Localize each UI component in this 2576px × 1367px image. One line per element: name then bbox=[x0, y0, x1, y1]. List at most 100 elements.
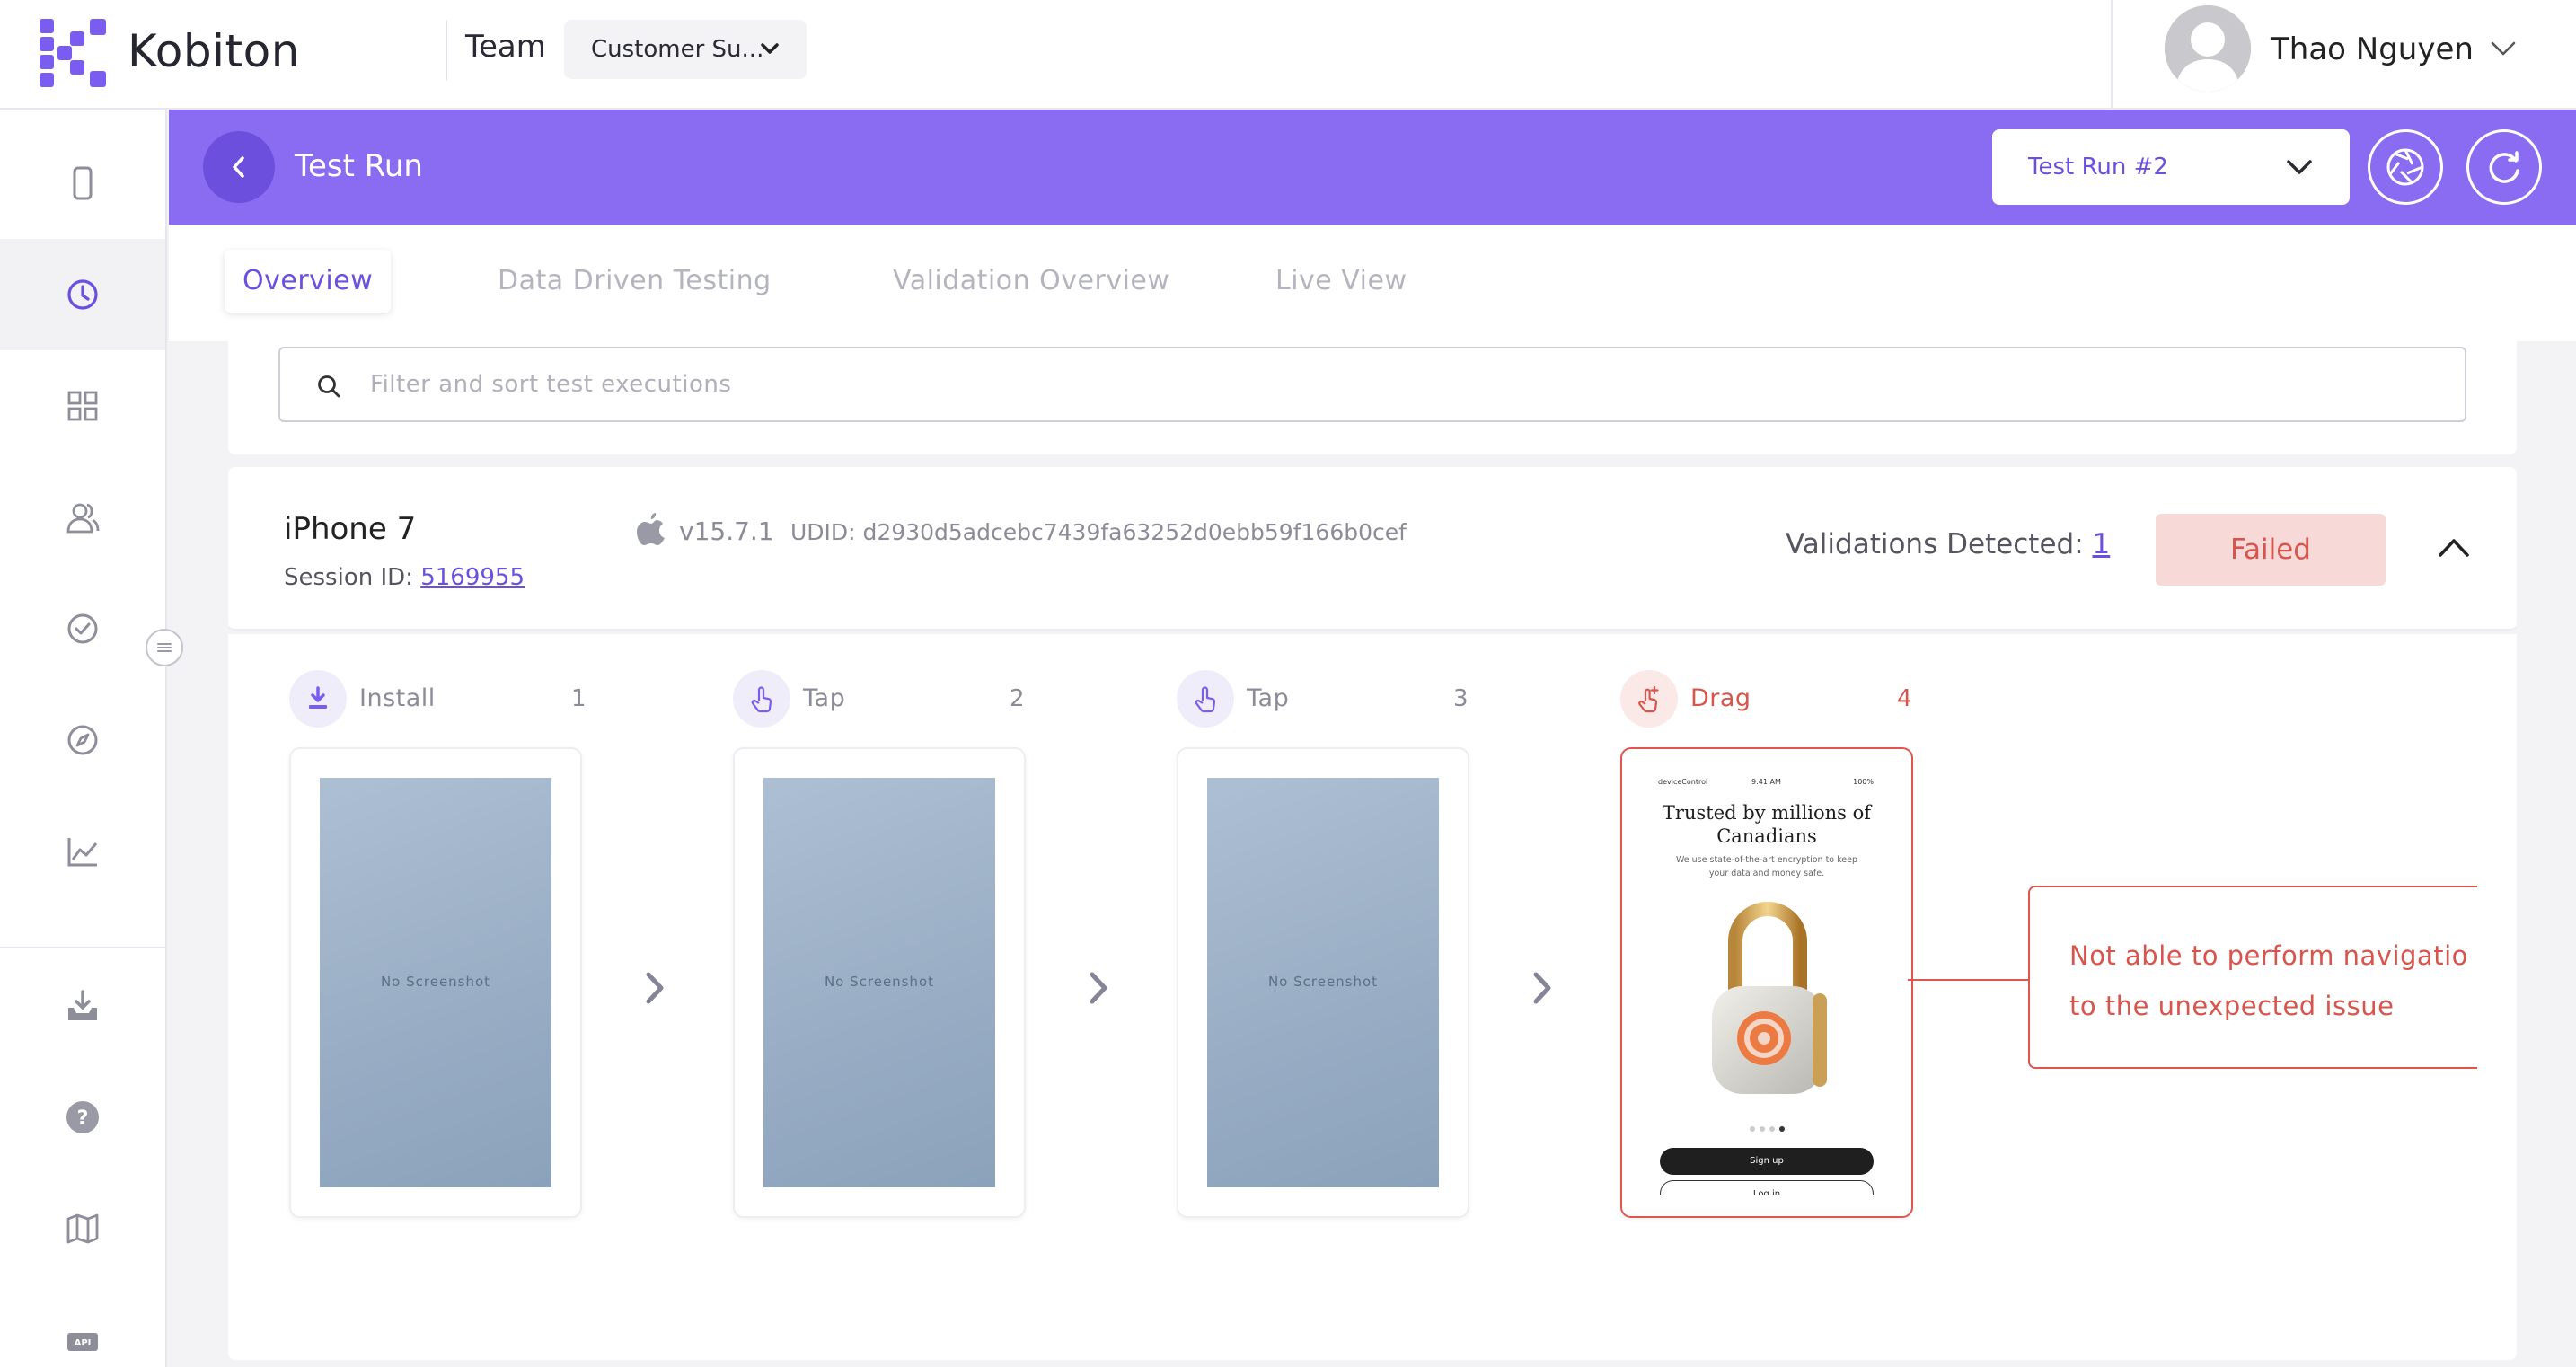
brand-name: Kobiton bbox=[128, 25, 300, 77]
validations-detected: Validations Detected: 1 bbox=[1786, 526, 2110, 562]
error-callout: Not able to perform navigatio to the une… bbox=[2028, 886, 2477, 1069]
status-carrier: deviceControl bbox=[1658, 778, 1708, 786]
sidebar-item-docs[interactable] bbox=[0, 1173, 165, 1284]
sidebar-item-devices[interactable] bbox=[0, 128, 165, 239]
step-header: Install 1 bbox=[289, 670, 587, 729]
device-session-card: iPhone 7 Session ID: 5169955 v15.7.1 UDI… bbox=[228, 467, 2517, 631]
step-number: 1 bbox=[571, 685, 587, 712]
device-icon bbox=[73, 166, 93, 200]
refresh-button[interactable] bbox=[2466, 129, 2542, 205]
refresh-icon bbox=[2489, 151, 2519, 183]
screenshot-placeholder: No Screenshot bbox=[763, 778, 995, 1187]
no-screenshot-label: No Screenshot bbox=[1267, 974, 1379, 990]
search-box bbox=[278, 347, 2466, 422]
sidebar-item-sessions[interactable] bbox=[0, 239, 165, 350]
chevron-left-icon bbox=[233, 156, 244, 178]
chevron-right-icon bbox=[646, 972, 664, 1004]
step-action-label: Tap bbox=[803, 684, 846, 712]
phone-title: Trusted by millions of Canadians bbox=[1662, 802, 1872, 847]
sidebar-item-validation[interactable] bbox=[0, 573, 165, 684]
step-header: Drag 4 bbox=[1620, 670, 1917, 729]
step-number: 2 bbox=[1010, 685, 1025, 712]
sidebar-item-apps[interactable] bbox=[0, 350, 165, 462]
step-header: Tap 2 bbox=[733, 670, 1029, 729]
map-icon bbox=[66, 1213, 99, 1244]
step-icon bbox=[289, 670, 347, 728]
error-connector-line bbox=[1908, 979, 2030, 981]
apple-icon bbox=[637, 513, 665, 545]
divider bbox=[0, 947, 165, 948]
kobiton-logo-icon[interactable] bbox=[40, 19, 108, 87]
chevron-right-icon bbox=[1090, 972, 1107, 1004]
drag-icon bbox=[1638, 685, 1659, 713]
clock-icon bbox=[67, 279, 98, 310]
grid-icon bbox=[67, 391, 98, 421]
user-name[interactable]: Thao Nguyen bbox=[2271, 31, 2474, 68]
screenshot-placeholder: No Screenshot bbox=[320, 778, 551, 1187]
step-action-label: Install bbox=[359, 684, 436, 712]
status-time: 9:41 AM bbox=[1751, 778, 1781, 786]
team-label: Team bbox=[465, 29, 546, 65]
phone-sign-up-button: Sign up bbox=[1660, 1148, 1874, 1175]
step-number: 3 bbox=[1453, 685, 1469, 712]
chart-icon bbox=[67, 838, 98, 867]
tab-validation-overview[interactable]: Validation Overview bbox=[875, 250, 1187, 313]
step-icon bbox=[1620, 670, 1678, 728]
avatar[interactable] bbox=[2165, 5, 2251, 92]
step-icon bbox=[1177, 670, 1234, 728]
tab-overview[interactable]: Overview bbox=[225, 250, 392, 313]
step-action-label: Tap bbox=[1247, 684, 1290, 712]
session-id-link[interactable]: 5169955 bbox=[420, 564, 525, 591]
step-screenshot-card[interactable]: No Screenshot bbox=[289, 747, 582, 1218]
aperture-icon bbox=[2386, 148, 2424, 186]
sidebar-item-api[interactable]: API bbox=[0, 1284, 165, 1367]
tap-icon bbox=[1195, 686, 1216, 713]
help-icon: ? bbox=[66, 1101, 99, 1133]
aperture-button[interactable] bbox=[2368, 129, 2443, 205]
tab-data-driven-testing[interactable]: Data Driven Testing bbox=[480, 250, 790, 313]
search-input[interactable] bbox=[370, 361, 2436, 408]
sidebar-item-analytics[interactable] bbox=[0, 796, 165, 907]
sidebar-toggle-button[interactable] bbox=[146, 629, 183, 666]
check-circle-icon bbox=[67, 613, 98, 644]
sidebar-item-downloads[interactable] bbox=[0, 950, 165, 1062]
team-select-value: Customer Su... bbox=[591, 36, 764, 63]
validations-count-link[interactable]: 1 bbox=[2093, 528, 2111, 560]
tab-live-view[interactable]: Live View bbox=[1257, 250, 1425, 313]
test-run-select[interactable]: Test Run #2 bbox=[1992, 129, 2350, 205]
step-header: Tap 3 bbox=[1177, 670, 1473, 729]
status-battery: 100% bbox=[1853, 778, 1874, 786]
api-icon: API bbox=[67, 1333, 98, 1351]
error-message: Not able to perform navigatio to the une… bbox=[2069, 940, 2468, 1021]
user-silhouette-icon bbox=[2165, 5, 2251, 92]
step-screenshot-card[interactable]: No Screenshot bbox=[1177, 747, 1469, 1218]
top-bar: Kobiton Team Customer Su... Thao Nguyen bbox=[0, 0, 2576, 110]
download-icon bbox=[309, 686, 327, 709]
chevron-up-icon[interactable] bbox=[2438, 535, 2470, 559]
svg-text:API: API bbox=[75, 1338, 92, 1348]
phone-log-in-button: Log in bbox=[1660, 1180, 1874, 1195]
page-indicator bbox=[1651, 1126, 1883, 1132]
sidebar: ? API bbox=[0, 110, 167, 1367]
page-title: Test Run bbox=[295, 148, 423, 184]
download-tray-icon bbox=[68, 990, 97, 1020]
team-select[interactable]: Customer Su... bbox=[564, 20, 807, 79]
device-udid: UDID: d2930d5adcebc7439fa63252d0ebb59f16… bbox=[790, 519, 1407, 545]
padlock-icon bbox=[1712, 902, 1827, 1094]
step-screenshot-card[interactable]: No Screenshot bbox=[733, 747, 1026, 1218]
screenshot-placeholder: No Screenshot bbox=[1207, 778, 1439, 1187]
chevron-down-icon[interactable] bbox=[2490, 40, 2517, 57]
sidebar-item-team[interactable] bbox=[0, 462, 165, 573]
search-icon bbox=[318, 375, 340, 398]
svg-text:?: ? bbox=[77, 1107, 89, 1130]
status-badge: Failed bbox=[2156, 514, 2386, 586]
no-screenshot-label: No Screenshot bbox=[380, 974, 491, 990]
session-label: Session ID: bbox=[284, 564, 413, 591]
step-number: 4 bbox=[1897, 685, 1912, 712]
phone-subtitle: We use state-of-the-art encryption to ke… bbox=[1675, 855, 1858, 878]
step-screenshot-card[interactable]: deviceControl 9:41 AM 100% Trusted by mi… bbox=[1620, 747, 1913, 1218]
sidebar-item-help[interactable]: ? bbox=[0, 1062, 165, 1173]
back-button[interactable] bbox=[203, 131, 275, 203]
sidebar-item-explore[interactable] bbox=[0, 684, 165, 796]
test-run-select-value: Test Run #2 bbox=[2028, 154, 2168, 181]
